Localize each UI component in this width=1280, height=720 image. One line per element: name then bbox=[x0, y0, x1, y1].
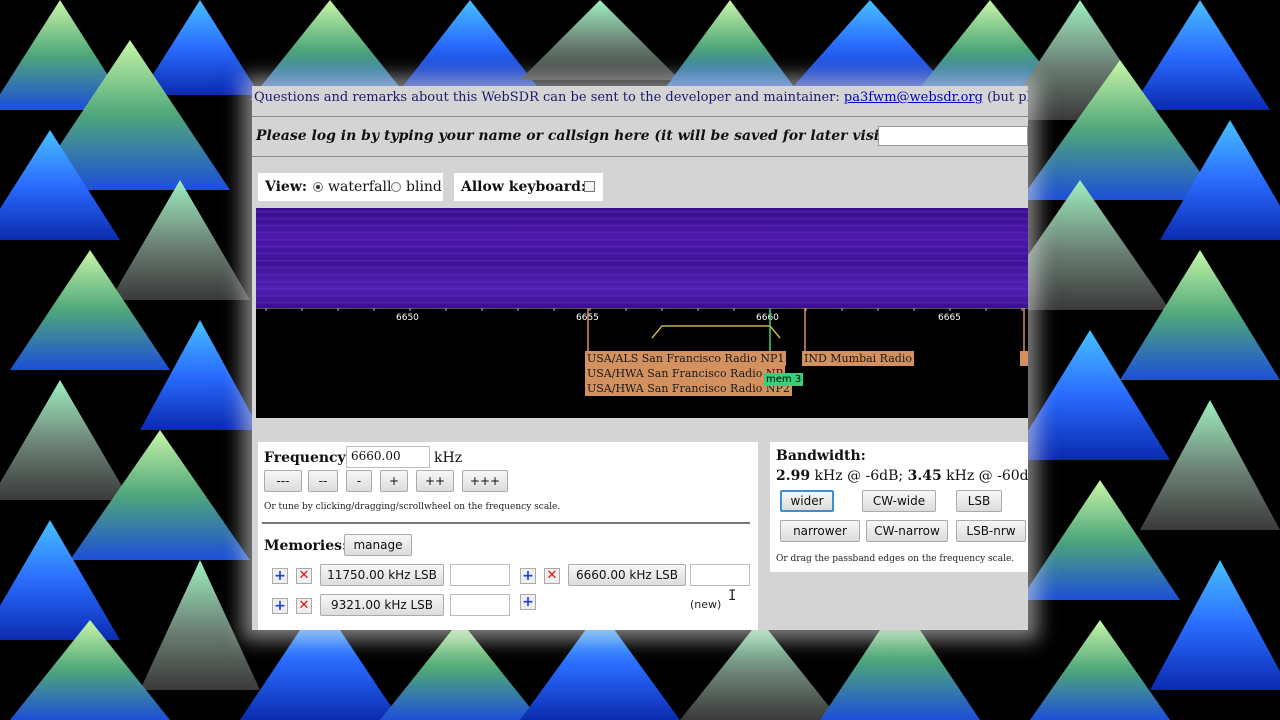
memory-add-plus-icon[interactable]: + bbox=[520, 594, 536, 610]
frequency-unit: kHz bbox=[434, 450, 463, 466]
station-label[interactable]: USA/HWA San Francisco Radio NP2 bbox=[585, 381, 792, 396]
memory-name-input[interactable] bbox=[450, 594, 510, 616]
view-label: View: bbox=[265, 179, 308, 195]
text-cursor-icon: I bbox=[728, 588, 737, 604]
memory-recall-plus-icon[interactable]: + bbox=[272, 568, 288, 584]
station-label[interactable]: USA/ALS San Francisco Radio NP1 bbox=[585, 351, 787, 366]
memory-button[interactable]: 11750.00 kHz LSB bbox=[320, 564, 444, 586]
bandwidth-readout: 2.99 kHz @ -6dB; 3.45 kHz @ -60dB. bbox=[776, 468, 1028, 484]
notice-text: Questions and remarks about this bbox=[254, 90, 482, 105]
bandwidth-label: Bandwidth: bbox=[776, 448, 866, 464]
blind-option-label: blind bbox=[406, 179, 442, 195]
tick-label-6650: 6650 bbox=[396, 313, 419, 323]
station-label-clipped[interactable] bbox=[1020, 351, 1028, 366]
station-label[interactable]: IND Mumbai Radio bbox=[802, 351, 914, 366]
tune-up-small-button[interactable]: + bbox=[380, 470, 408, 492]
tune-down-medium-button[interactable]: -- bbox=[308, 470, 338, 492]
memory-name-input[interactable] bbox=[690, 564, 750, 586]
tune-up-medium-button[interactable]: ++ bbox=[416, 470, 454, 492]
memory-name-input[interactable] bbox=[450, 564, 510, 586]
waterfall-display[interactable] bbox=[256, 208, 1028, 308]
lsb-button[interactable]: LSB bbox=[956, 490, 1002, 512]
passband-hint: Or drag the passband edges on the freque… bbox=[776, 554, 1015, 564]
cw-wide-button[interactable]: CW-wide bbox=[862, 490, 936, 512]
frequency-label: Frequency: bbox=[264, 450, 351, 466]
memory-recall-plus-icon[interactable]: + bbox=[272, 598, 288, 614]
memory-button[interactable]: 9321.00 kHz LSB bbox=[320, 594, 444, 616]
section-divider bbox=[262, 522, 750, 524]
bandwidth-60db-text: kHz @ -60dB. bbox=[946, 468, 1028, 484]
bandwidth-60db-value: 3.45 bbox=[907, 468, 942, 484]
notice-site: WebSDR bbox=[481, 90, 539, 105]
lsb-narrow-button[interactable]: LSB-nrw bbox=[956, 520, 1026, 542]
waterfall-radio[interactable] bbox=[313, 182, 323, 192]
callsign-input[interactable] bbox=[878, 126, 1028, 146]
divider bbox=[252, 116, 1028, 117]
tune-up-large-button[interactable]: +++ bbox=[462, 470, 508, 492]
bandwidth-6db-text: kHz @ -6dB; bbox=[810, 468, 908, 484]
websdr-panel: Questions and remarks about this WebSDR … bbox=[252, 86, 1028, 630]
narrower-button[interactable]: narrower bbox=[780, 520, 860, 542]
tuning-hint: Or tune by clicking/dragging/scrollwheel… bbox=[264, 502, 561, 512]
tick-label-6660: 6660 bbox=[756, 313, 779, 323]
tune-down-small-button[interactable]: - bbox=[346, 470, 372, 492]
passband-indicator[interactable] bbox=[651, 325, 781, 339]
allow-keyboard-checkbox[interactable] bbox=[584, 181, 595, 192]
cw-narrow-button[interactable]: CW-narrow bbox=[866, 520, 948, 542]
keyboard-toggle: Allow keyboard: bbox=[454, 173, 603, 201]
blind-radio[interactable] bbox=[391, 182, 401, 192]
station-label[interactable]: USA/HWA San Francisco Radio NP bbox=[585, 366, 785, 381]
waterfall-option-label: waterfall bbox=[328, 179, 392, 195]
memory-button[interactable]: 6660.00 kHz LSB bbox=[568, 564, 686, 586]
view-selector: View: waterfall blind bbox=[258, 173, 443, 201]
memories-label: Memories: bbox=[264, 538, 348, 554]
memory-delete-icon[interactable]: ✕ bbox=[296, 598, 312, 614]
contact-email-link[interactable]: pa3fwm@websdr.org bbox=[844, 90, 983, 105]
notice-text-2: can be sent to the developer and maintai… bbox=[538, 90, 844, 105]
wider-button[interactable]: wider bbox=[780, 490, 834, 512]
memory-recall-plus-icon[interactable]: + bbox=[520, 568, 536, 584]
new-memory-label: (new) bbox=[690, 598, 722, 611]
bandwidth-6db-value: 2.99 bbox=[776, 468, 811, 484]
divider bbox=[252, 156, 1028, 157]
notice-text-3: (but pleas bbox=[987, 90, 1028, 105]
frequency-scale[interactable]: 6650 6655 6660 6665 USA/ALS San Francisc… bbox=[256, 307, 1028, 418]
contact-notice: Questions and remarks about this WebSDR … bbox=[254, 90, 1028, 105]
memory-delete-icon[interactable]: ✕ bbox=[544, 568, 560, 584]
frequency-input[interactable]: 6660.00 bbox=[346, 446, 430, 468]
tick-label-6665: 6665 bbox=[938, 313, 961, 323]
frequency-panel: Frequency: 6660.00 kHz --- -- - + ++ +++… bbox=[258, 442, 758, 630]
manage-memories-button[interactable]: manage bbox=[344, 534, 412, 556]
memory-delete-icon[interactable]: ✕ bbox=[296, 568, 312, 584]
memory-tag[interactable]: mem 3 bbox=[764, 373, 804, 386]
keyboard-label: Allow keyboard: bbox=[461, 179, 587, 195]
bandwidth-panel: Bandwidth: 2.99 kHz @ -6dB; 3.45 kHz @ -… bbox=[770, 442, 1028, 572]
tune-down-large-button[interactable]: --- bbox=[264, 470, 302, 492]
